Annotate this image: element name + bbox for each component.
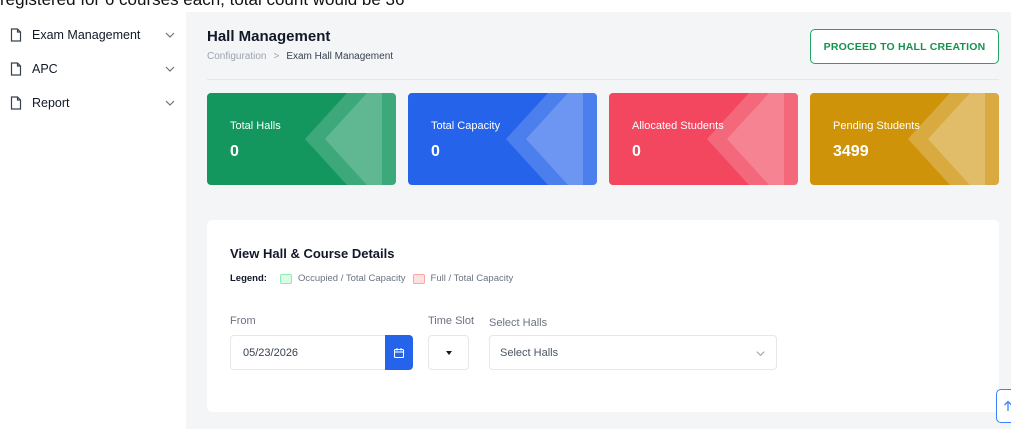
sidebar-item-label: Exam Management bbox=[32, 28, 141, 42]
select-halls-placeholder: Select Halls bbox=[500, 346, 559, 359]
overlay-text: registered for 6 courses each, total cou… bbox=[0, 0, 404, 10]
chevron-down-icon bbox=[756, 351, 765, 357]
from-date-input[interactable]: 05/23/2026 bbox=[230, 335, 387, 370]
stat-card-total-capacity: Total Capacity 0 bbox=[408, 93, 597, 185]
main-content: Hall Management Configuration > Exam Hal… bbox=[186, 12, 1011, 429]
legend-title: Legend: bbox=[230, 273, 267, 284]
chevron-down-icon bbox=[165, 32, 175, 38]
stat-card-allocated-students: Allocated Students 0 bbox=[609, 93, 798, 185]
card-value: 3499 bbox=[833, 143, 869, 160]
document-icon bbox=[10, 96, 22, 110]
sidebar-item-exam-management[interactable]: Exam Management bbox=[10, 23, 180, 47]
legend-occupied-label: Occupied / Total Capacity bbox=[297, 273, 406, 284]
proceed-to-hall-creation-button[interactable]: PROCEED TO HALL CREATION bbox=[810, 29, 999, 64]
document-icon bbox=[10, 62, 22, 76]
time-slot-select[interactable] bbox=[428, 335, 469, 370]
document-icon bbox=[10, 28, 22, 42]
chevron-down-icon bbox=[165, 100, 175, 106]
card-decoration bbox=[908, 93, 999, 185]
scroll-to-top-button[interactable] bbox=[996, 389, 1011, 423]
calendar-icon bbox=[393, 347, 405, 358]
time-slot-label: Time Slot bbox=[428, 315, 475, 327]
sidebar-item-label: Report bbox=[32, 96, 70, 110]
card-decoration bbox=[506, 93, 597, 185]
stat-card-total-halls: Total Halls 0 bbox=[207, 93, 396, 185]
breadcrumb: Configuration > Exam Hall Management bbox=[207, 51, 393, 62]
select-halls-dropdown[interactable]: Select Halls bbox=[489, 335, 777, 370]
card-decoration bbox=[707, 93, 798, 185]
sidebar-item-report[interactable]: Report bbox=[10, 91, 180, 115]
legend: Legend: Occupied / Total Capacity Full /… bbox=[230, 273, 520, 284]
sidebar: Exam Management APC Report bbox=[0, 12, 186, 429]
arrow-up-icon bbox=[1004, 400, 1011, 411]
card-label: Pending Students bbox=[833, 120, 920, 132]
legend-swatch-occupied bbox=[279, 273, 292, 284]
card-decoration bbox=[305, 93, 396, 185]
caret-down-icon bbox=[445, 350, 452, 355]
card-label: Total Halls bbox=[230, 120, 281, 132]
chevron-down-icon bbox=[165, 66, 175, 72]
card-value: 0 bbox=[431, 143, 440, 160]
stat-card-pending-students: Pending Students 3499 bbox=[810, 93, 999, 185]
page-title: Hall Management bbox=[207, 28, 331, 45]
hall-course-details-panel: View Hall & Course Details Legend: Occup… bbox=[207, 220, 999, 412]
breadcrumb-separator: > bbox=[273, 51, 280, 62]
breadcrumb-root[interactable]: Configuration bbox=[207, 51, 266, 62]
breadcrumb-current: Exam Hall Management bbox=[286, 51, 394, 62]
card-label: Total Capacity bbox=[431, 120, 501, 132]
calendar-button[interactable] bbox=[385, 335, 413, 370]
header-divider bbox=[207, 79, 999, 80]
sidebar-item-apc[interactable]: APC bbox=[10, 57, 180, 81]
card-value: 0 bbox=[230, 143, 239, 160]
panel-title: View Hall & Course Details bbox=[230, 246, 395, 261]
select-halls-label: Select Halls bbox=[489, 317, 548, 329]
overlay-text-strip: registered for 6 courses each, total cou… bbox=[0, 0, 1011, 12]
legend-swatch-full bbox=[412, 273, 425, 284]
card-value: 0 bbox=[632, 143, 641, 160]
legend-full-label: Full / Total Capacity bbox=[430, 273, 514, 284]
sidebar-item-label: APC bbox=[32, 62, 58, 76]
from-label: From bbox=[230, 315, 256, 327]
card-label: Allocated Students bbox=[632, 120, 724, 132]
